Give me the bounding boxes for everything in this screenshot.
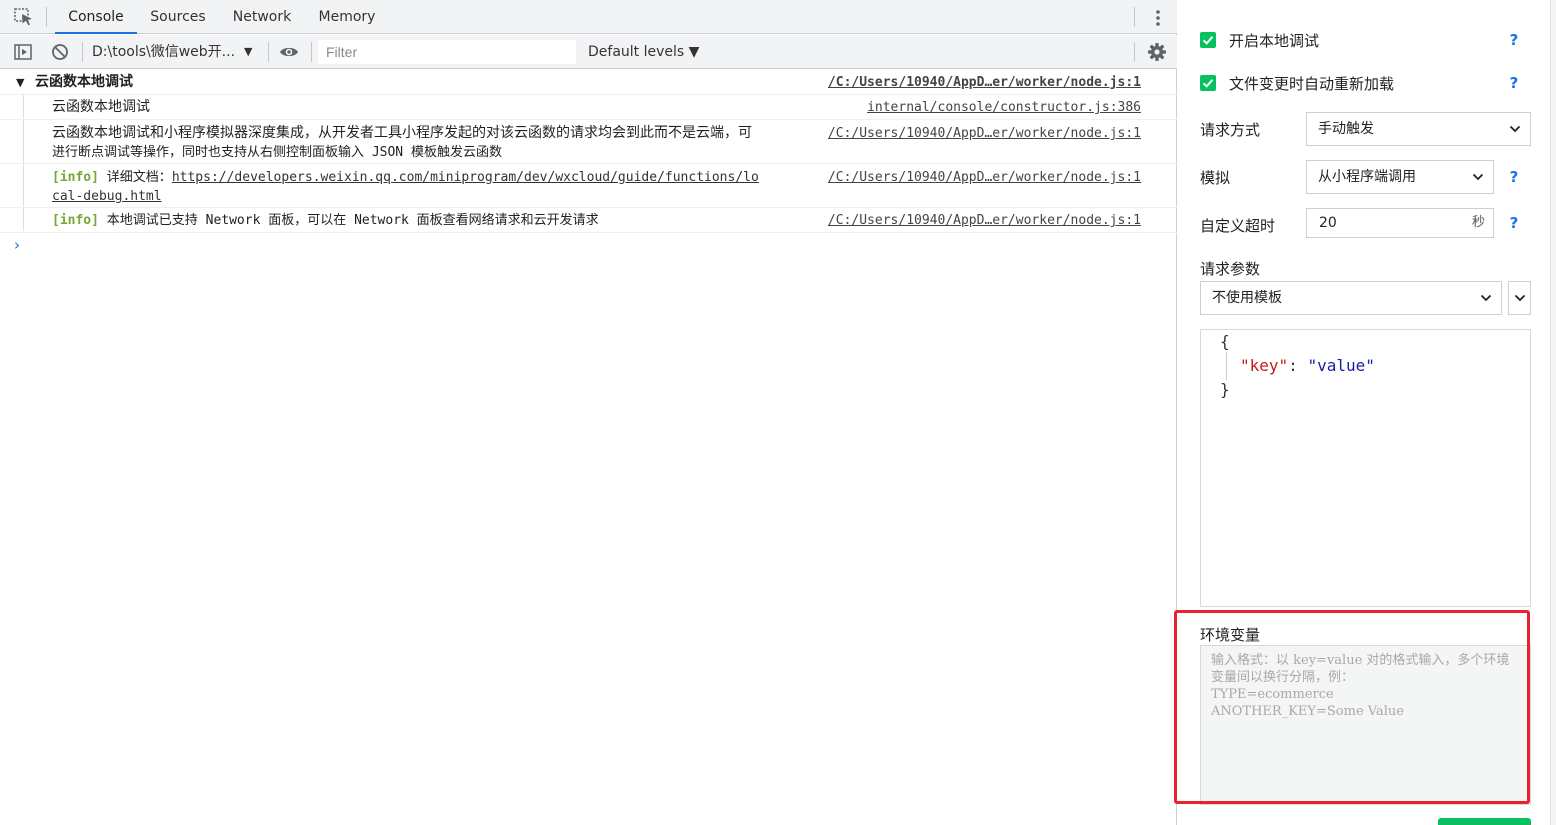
env-vars-editor[interactable] — [1200, 645, 1531, 805]
toolbar-divider — [1134, 42, 1135, 62]
help-icon[interactable]: ? — [1504, 73, 1524, 93]
toolbar-divider — [268, 42, 269, 62]
console-log-area: ▼ 云函数本地调试 /C:/Users/10940/AppD…er/worker… — [0, 70, 1177, 825]
doc-link-continued[interactable]: cal-debug.html — [52, 189, 162, 204]
log-text: 本地调试已支持 Network 面板，可以在 Network 面板查看网络请求和… — [106, 213, 599, 228]
gear-icon[interactable] — [1147, 42, 1167, 62]
inspect-element-icon[interactable] — [14, 8, 34, 26]
template-value: 不使用模板 — [1212, 290, 1282, 306]
indent-guide — [1226, 352, 1227, 380]
log-label: 详细文档： — [106, 170, 172, 185]
log-message-line: 云函数本地调试和小程序模拟器深度集成，从开发者工具小程序发起的对该云函数的请求均… — [52, 125, 752, 141]
help-icon[interactable]: ? — [1504, 213, 1524, 233]
console-group-header[interactable]: ▼ 云函数本地调试 /C:/Users/10940/AppD…er/worker… — [0, 70, 1177, 95]
check-icon — [1202, 79, 1214, 88]
window-edge — [1550, 0, 1556, 825]
source-link[interactable]: /C:/Users/10940/AppD…er/worker/node.js:1 — [828, 75, 1141, 90]
tab-memory[interactable]: Memory — [311, 0, 383, 34]
auto-reload-label: 文件变更时自动重新加载 — [1229, 75, 1395, 93]
source-link[interactable]: /C:/Users/10940/AppD…er/worker/node.js:1 — [828, 126, 1141, 141]
chevron-down-icon — [1472, 173, 1484, 181]
local-debug-panel: 开启本地调试 ? 文件变更时自动重新加载 ? 请求方式 手动触发 模拟 从小程序… — [1174, 0, 1550, 825]
simulate-select[interactable]: 从小程序端调用 — [1306, 160, 1494, 194]
log-message-line: cal-debug.html — [52, 187, 162, 206]
json-colon: : — [1288, 356, 1308, 375]
check-icon — [1202, 36, 1214, 45]
clear-console-icon[interactable] — [50, 42, 70, 62]
log-message: [info] 本地调试已支持 Network 面板，可以在 Network 面板… — [52, 211, 599, 230]
json-key: "key" — [1240, 356, 1289, 375]
sidebar-toggle-icon[interactable] — [13, 42, 33, 62]
toolbar-divider — [46, 7, 47, 27]
info-tag: [info] — [52, 170, 99, 185]
doc-link[interactable]: https://developers.weixin.qq.com/minipro… — [172, 170, 759, 185]
enable-local-debug-checkbox[interactable] — [1200, 32, 1216, 48]
devtools-tab-bar: Console Sources Network Memory — [0, 0, 1177, 34]
more-options-icon[interactable] — [1148, 8, 1168, 28]
request-method-select[interactable]: 手动触发 — [1306, 112, 1531, 146]
timeout-value: 20 — [1319, 215, 1337, 231]
json-brace-open: { — [1220, 332, 1230, 351]
json-value: "value" — [1307, 356, 1375, 375]
eye-icon[interactable] — [279, 42, 299, 62]
chevron-down-icon — [1509, 125, 1521, 133]
group-title: 云函数本地调试 — [35, 74, 133, 90]
log-entry: [info] 本地调试已支持 Network 面板，可以在 Network 面板… — [0, 208, 1177, 233]
request-params-label: 请求参数 — [1200, 260, 1261, 278]
toolbar-divider — [311, 42, 312, 62]
log-message-line: 进行断点调试等操作，同时也支持从右侧控制面板输入 JSON 模板触发云函数 — [52, 145, 502, 160]
json-params-editor[interactable]: { "key": "value" } — [1200, 329, 1531, 607]
source-link[interactable]: internal/console/constructor.js:386 — [867, 100, 1141, 115]
log-entry: [info] 详细文档：https://developers.weixin.qq… — [0, 164, 1177, 208]
info-tag: [info] — [52, 213, 99, 228]
simulate-value: 从小程序端调用 — [1318, 169, 1416, 185]
timeout-input[interactable]: 20 秒 — [1306, 208, 1494, 238]
toolbar-divider — [82, 42, 83, 62]
context-selector[interactable]: D:\tools\微信web开... ▼ — [92, 35, 262, 69]
toolbar-divider — [1134, 7, 1135, 27]
env-vars-input[interactable] — [1201, 646, 1530, 804]
tab-network[interactable]: Network — [226, 0, 298, 34]
chevron-down-icon: ▼ — [244, 45, 253, 58]
help-icon[interactable]: ? — [1504, 167, 1524, 187]
template-select[interactable]: 不使用模板 — [1200, 281, 1502, 315]
chevron-down-icon — [1514, 294, 1526, 302]
chevron-down-icon — [1480, 294, 1492, 302]
source-link[interactable]: /C:/Users/10940/AppD…er/worker/node.js:1 — [828, 170, 1141, 185]
log-message-line: [info] 详细文档：https://developers.weixin.qq… — [52, 168, 759, 187]
source-link[interactable]: /C:/Users/10940/AppD…er/worker/node.js:1 — [828, 213, 1141, 228]
timeout-label: 自定义超时 — [1200, 217, 1276, 235]
context-selector-label: D:\tools\微信web开... — [92, 44, 236, 60]
template-menu-button[interactable] — [1508, 281, 1531, 315]
auto-reload-checkbox[interactable] — [1200, 75, 1216, 91]
log-levels-dropdown[interactable]: Default levels ▼ — [588, 35, 699, 69]
enable-local-debug-label: 开启本地调试 — [1229, 32, 1320, 50]
tab-sources[interactable]: Sources — [144, 0, 212, 34]
json-brace-close: } — [1220, 380, 1230, 399]
console-toolbar: D:\tools\微信web开... ▼ Default levels ▼ — [0, 35, 1177, 69]
request-method-value: 手动触发 — [1318, 121, 1374, 137]
filter-input[interactable] — [318, 40, 576, 64]
help-icon[interactable]: ? — [1504, 30, 1524, 50]
request-method-label: 请求方式 — [1200, 121, 1261, 139]
submit-button[interactable] — [1438, 818, 1531, 825]
console-prompt-icon[interactable]: › — [14, 236, 20, 254]
env-vars-label: 环境变量 — [1200, 626, 1261, 644]
timeout-unit: 秒 — [1471, 215, 1485, 230]
log-message: 云函数本地调试 — [52, 99, 150, 115]
tab-console[interactable]: Console — [55, 0, 137, 34]
json-line: "key": "value" — [1240, 356, 1375, 375]
log-entry: 云函数本地调试和小程序模拟器深度集成，从开发者工具小程序发起的对该云函数的请求均… — [0, 120, 1177, 164]
log-entry: 云函数本地调试 internal/console/constructor.js:… — [0, 95, 1177, 120]
simulate-label: 模拟 — [1200, 169, 1231, 187]
devtools-panel: Console Sources Network Memory D:\tools\… — [0, 0, 1177, 825]
triangle-down-icon[interactable]: ▼ — [16, 73, 24, 92]
